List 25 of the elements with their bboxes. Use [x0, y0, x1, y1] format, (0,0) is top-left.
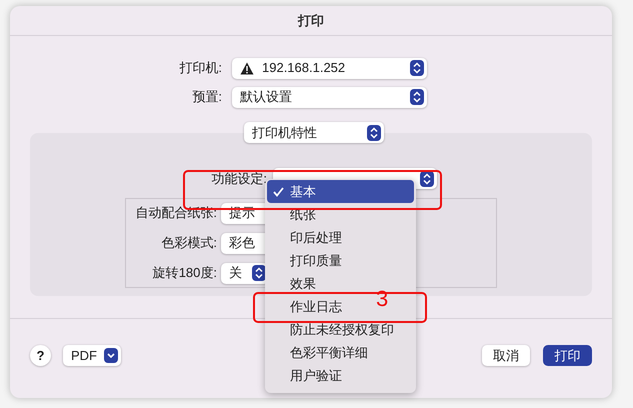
field-label: 色彩模式: [160, 234, 218, 252]
menu-item[interactable]: 基本 [267, 180, 414, 203]
menu-item[interactable]: 印后处理 [267, 226, 344, 249]
menu-item[interactable]: 效果 [267, 272, 318, 295]
field-label: 预置: [191, 88, 223, 106]
chevron-down-icon [104, 348, 118, 363]
help-button[interactable]: ? [30, 345, 51, 366]
stepper-icon [410, 89, 424, 105]
stepper-icon [367, 124, 381, 140]
section-popup[interactable]: 打印机特性 [244, 122, 384, 143]
field-label: 旋转180度: [152, 264, 218, 282]
preset-popup[interactable]: 默认设置 [232, 86, 427, 108]
checkmark-icon [273, 186, 284, 196]
cancel-button[interactable]: 取消 [482, 345, 530, 366]
menu-item[interactable]: 色彩平衡详细 [267, 341, 370, 364]
menu-item[interactable]: 作业日志 [267, 295, 344, 318]
window-title: 打印 [298, 12, 324, 30]
printer-popup[interactable]: 192.168.1.252 [232, 58, 427, 78]
field-label: 打印机: [178, 59, 223, 78]
menu-item[interactable]: 打印质量 [267, 249, 344, 272]
print-button[interactable]: 打印 [543, 345, 592, 366]
pdf-button[interactable]: PDF [63, 345, 121, 366]
stepper-icon [410, 60, 424, 76]
menu-item[interactable]: 用户验证 [267, 364, 344, 387]
stepper-icon [252, 265, 266, 281]
